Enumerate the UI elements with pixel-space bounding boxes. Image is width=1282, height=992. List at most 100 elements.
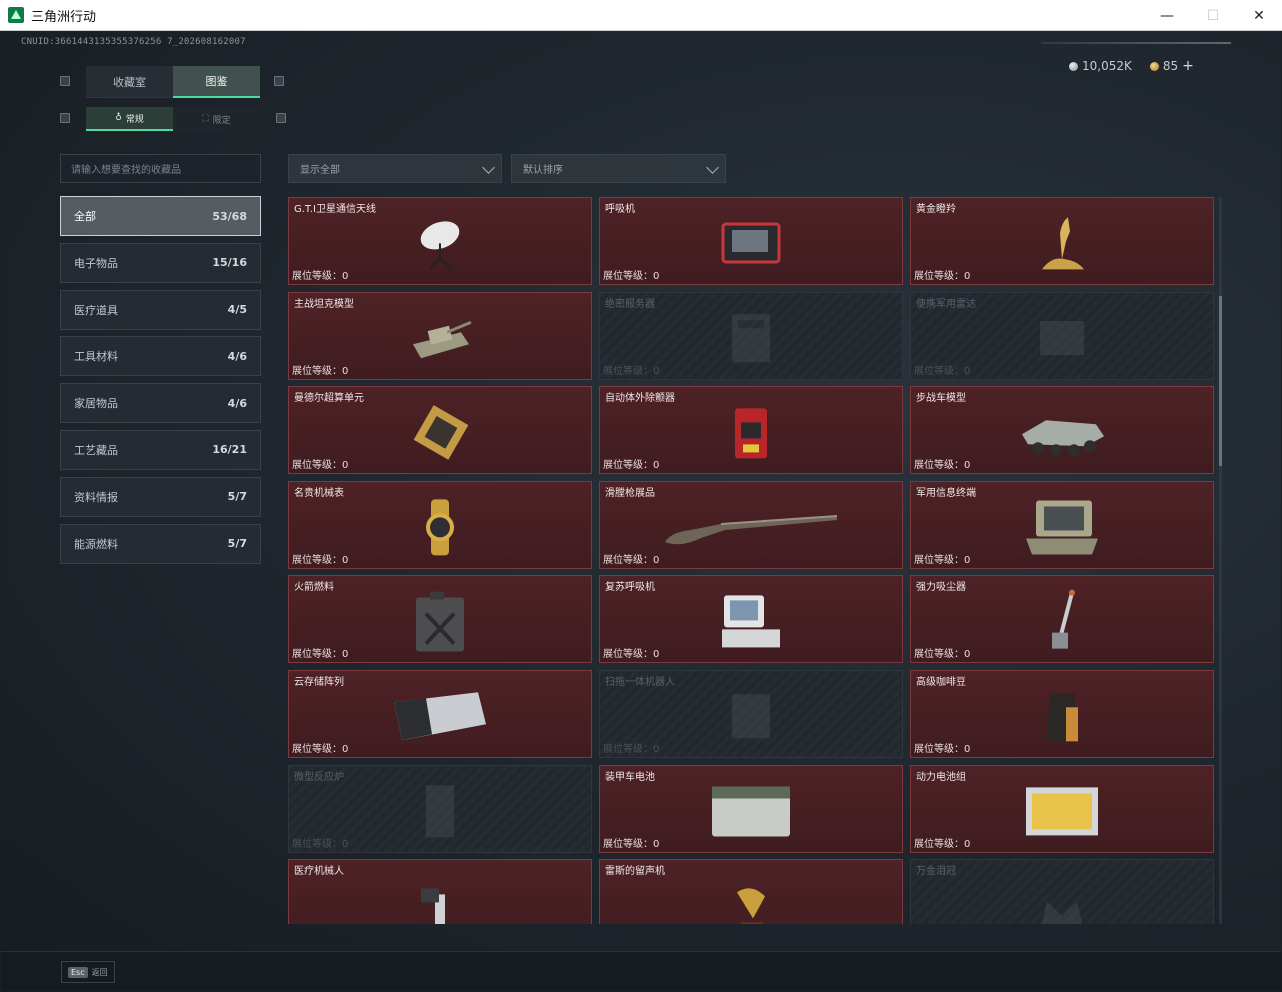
regular-icon: ♁ [115, 113, 122, 123]
collection-card[interactable]: 雷斯的留声机 [599, 859, 903, 924]
category-label: 家居物品 [74, 397, 118, 411]
grid-scrollbar-thumb[interactable] [1219, 296, 1222, 466]
level-label: 展位等级： [292, 649, 342, 661]
collection-card[interactable]: 滑膛枪展品 展位等级：0 [599, 480, 903, 569]
esc-key-icon: Esc [68, 966, 88, 978]
tab-catalog[interactable]: 图鉴 [173, 66, 260, 98]
tank-model-icon [407, 310, 473, 366]
level-value: 0 [653, 554, 660, 566]
gold-amount: 85 [1162, 59, 1179, 73]
subtab-limited[interactable]: ⛶ 限定 [173, 107, 260, 131]
level-label: 展位等级： [914, 743, 964, 755]
level-label: 展位等级： [603, 365, 653, 377]
search-input[interactable]: 请输入想要查找的收藏品 [60, 154, 261, 183]
collection-card[interactable]: 主战坦克模型 展位等级：0 [288, 291, 592, 380]
satellite-dish-icon [410, 213, 470, 273]
collection-card[interactable]: 名贵机械表 展位等级：0 [288, 480, 592, 569]
collection-card[interactable]: 黄金瞪羚 展位等级：0 [910, 197, 1214, 285]
collection-card[interactable]: 火箭燃料 展位等级：0 [288, 575, 592, 664]
window-titlebar: 三角洲行动 — ☐ ✕ [0, 0, 1282, 31]
item-level: 展位等级：0 [603, 835, 659, 850]
collection-card[interactable]: 绝密服务器 展位等级：0 [599, 291, 903, 380]
storage-array-icon [390, 688, 490, 744]
show-filter-dropdown[interactable]: 显示全部 [288, 154, 502, 183]
category-electronics[interactable]: 电子物品 15/16 [60, 242, 261, 283]
prev-subtab-key-icon [60, 113, 70, 123]
uid-text: CNUID:3661443135355376256 7_202608162007 [21, 37, 246, 47]
category-all[interactable]: 全部 53/68 [60, 196, 261, 236]
sort-dropdown[interactable]: 默认排序 [511, 154, 726, 183]
item-name: 微型反应炉 [294, 771, 344, 783]
level-label: 展位等级： [603, 649, 653, 661]
level-label: 展位等级： [914, 554, 964, 566]
collection-card[interactable]: 装甲车电池 展位等级：0 [599, 764, 903, 853]
level-label: 展位等级： [292, 460, 342, 472]
item-name: 自动体外除颤器 [605, 393, 675, 405]
collection-card[interactable]: 自动体外除颤器 展位等级：0 [599, 386, 903, 475]
collection-card[interactable]: 军用信息终端 展位等级：0 [910, 480, 1214, 569]
collection-card[interactable]: G.T.I卫星通信天线 展位等级：0 [288, 197, 592, 285]
collection-card[interactable]: 强力吸尘器 展位等级：0 [910, 575, 1214, 664]
collection-card[interactable]: 微型反应炉 展位等级：0 [288, 764, 592, 853]
subtab-regular[interactable]: ♁ 常规 [86, 107, 173, 131]
collection-card[interactable]: 高级咖啡豆 展位等级：0 [910, 669, 1214, 758]
category-count: 53/68 [212, 209, 247, 223]
collection-card[interactable]: 步战车模型 展位等级：0 [910, 386, 1214, 475]
collection-card[interactable]: 便携军用雷达 展位等级：0 [910, 291, 1214, 380]
level-label: 展位等级： [603, 743, 653, 755]
item-name: 绝密服务器 [605, 298, 655, 310]
collection-card[interactable]: 扫拖一体机器人 展位等级：0 [599, 669, 903, 758]
collection-card[interactable]: 复苏呼吸机 展位等级：0 [599, 575, 903, 664]
collection-card[interactable]: 云存储阵列 展位等级：0 [288, 669, 592, 758]
coffee-bag-icon [1042, 687, 1082, 745]
level-value: 0 [342, 838, 349, 850]
add-currency-button[interactable]: + [1182, 58, 1194, 74]
back-button[interactable]: Esc 返回 [61, 961, 115, 983]
minimize-button[interactable]: — [1144, 0, 1190, 31]
category-count: 5/7 [227, 537, 247, 551]
collection-card[interactable]: 万金泪冠 [910, 859, 1214, 924]
gold-currency: 85 + [1149, 58, 1194, 74]
tab-collection-room[interactable]: 收藏室 [86, 66, 173, 98]
sort-value: 默认排序 [523, 165, 563, 176]
reactor-icon [420, 781, 460, 841]
category-intel[interactable]: 资料情报 5/7 [60, 476, 261, 517]
chevron-down-icon [706, 161, 719, 174]
window-title: 三角洲行动 [31, 9, 97, 25]
level-value: 0 [342, 649, 349, 661]
chevron-down-icon [482, 161, 495, 174]
category-label: 工艺藏品 [74, 443, 118, 457]
level-value: 0 [964, 460, 971, 472]
category-energy[interactable]: 能源燃料 5/7 [60, 523, 261, 564]
category-label: 电子物品 [74, 256, 118, 270]
category-household[interactable]: 家居物品 4/6 [60, 383, 261, 424]
category-list: 全部 53/68 电子物品 15/16 医疗道具 4/5 工具材料 4/6 家居… [60, 196, 261, 570]
level-label: 展位等级： [292, 554, 342, 566]
category-crafts[interactable]: 工艺藏品 16/21 [60, 429, 261, 470]
collection-card[interactable]: 呼吸机 展位等级：0 [599, 197, 903, 285]
level-label: 展位等级： [914, 649, 964, 661]
item-level: 展位等级：0 [914, 362, 970, 377]
level-label: 展位等级： [292, 838, 342, 850]
category-count: 4/6 [227, 396, 247, 410]
close-button[interactable]: ✕ [1236, 0, 1282, 31]
maximize-button[interactable]: ☐ [1190, 0, 1236, 31]
collection-card[interactable]: 动力电池组 展位等级：0 [910, 764, 1214, 853]
cpu-unit-icon [409, 403, 471, 463]
item-level: 展位等级：0 [914, 267, 970, 282]
collection-card[interactable]: 医疗机械人 [288, 859, 592, 924]
item-level: 展位等级：0 [914, 456, 970, 471]
fuel-can-icon [412, 590, 468, 654]
item-name: 复苏呼吸机 [605, 582, 655, 594]
item-name: 装甲车电池 [605, 771, 655, 783]
collection-card[interactable]: 曼德尔超算单元 展位等级：0 [288, 386, 592, 475]
level-label: 展位等级： [603, 554, 653, 566]
item-name: 强力吸尘器 [916, 582, 966, 594]
category-medical[interactable]: 医疗道具 4/5 [60, 289, 261, 330]
level-value: 0 [964, 271, 971, 282]
level-value: 0 [964, 554, 971, 566]
level-value: 0 [653, 271, 660, 282]
category-count: 16/21 [212, 443, 247, 457]
category-tools[interactable]: 工具材料 4/6 [60, 336, 261, 377]
level-label: 展位等级： [914, 838, 964, 850]
